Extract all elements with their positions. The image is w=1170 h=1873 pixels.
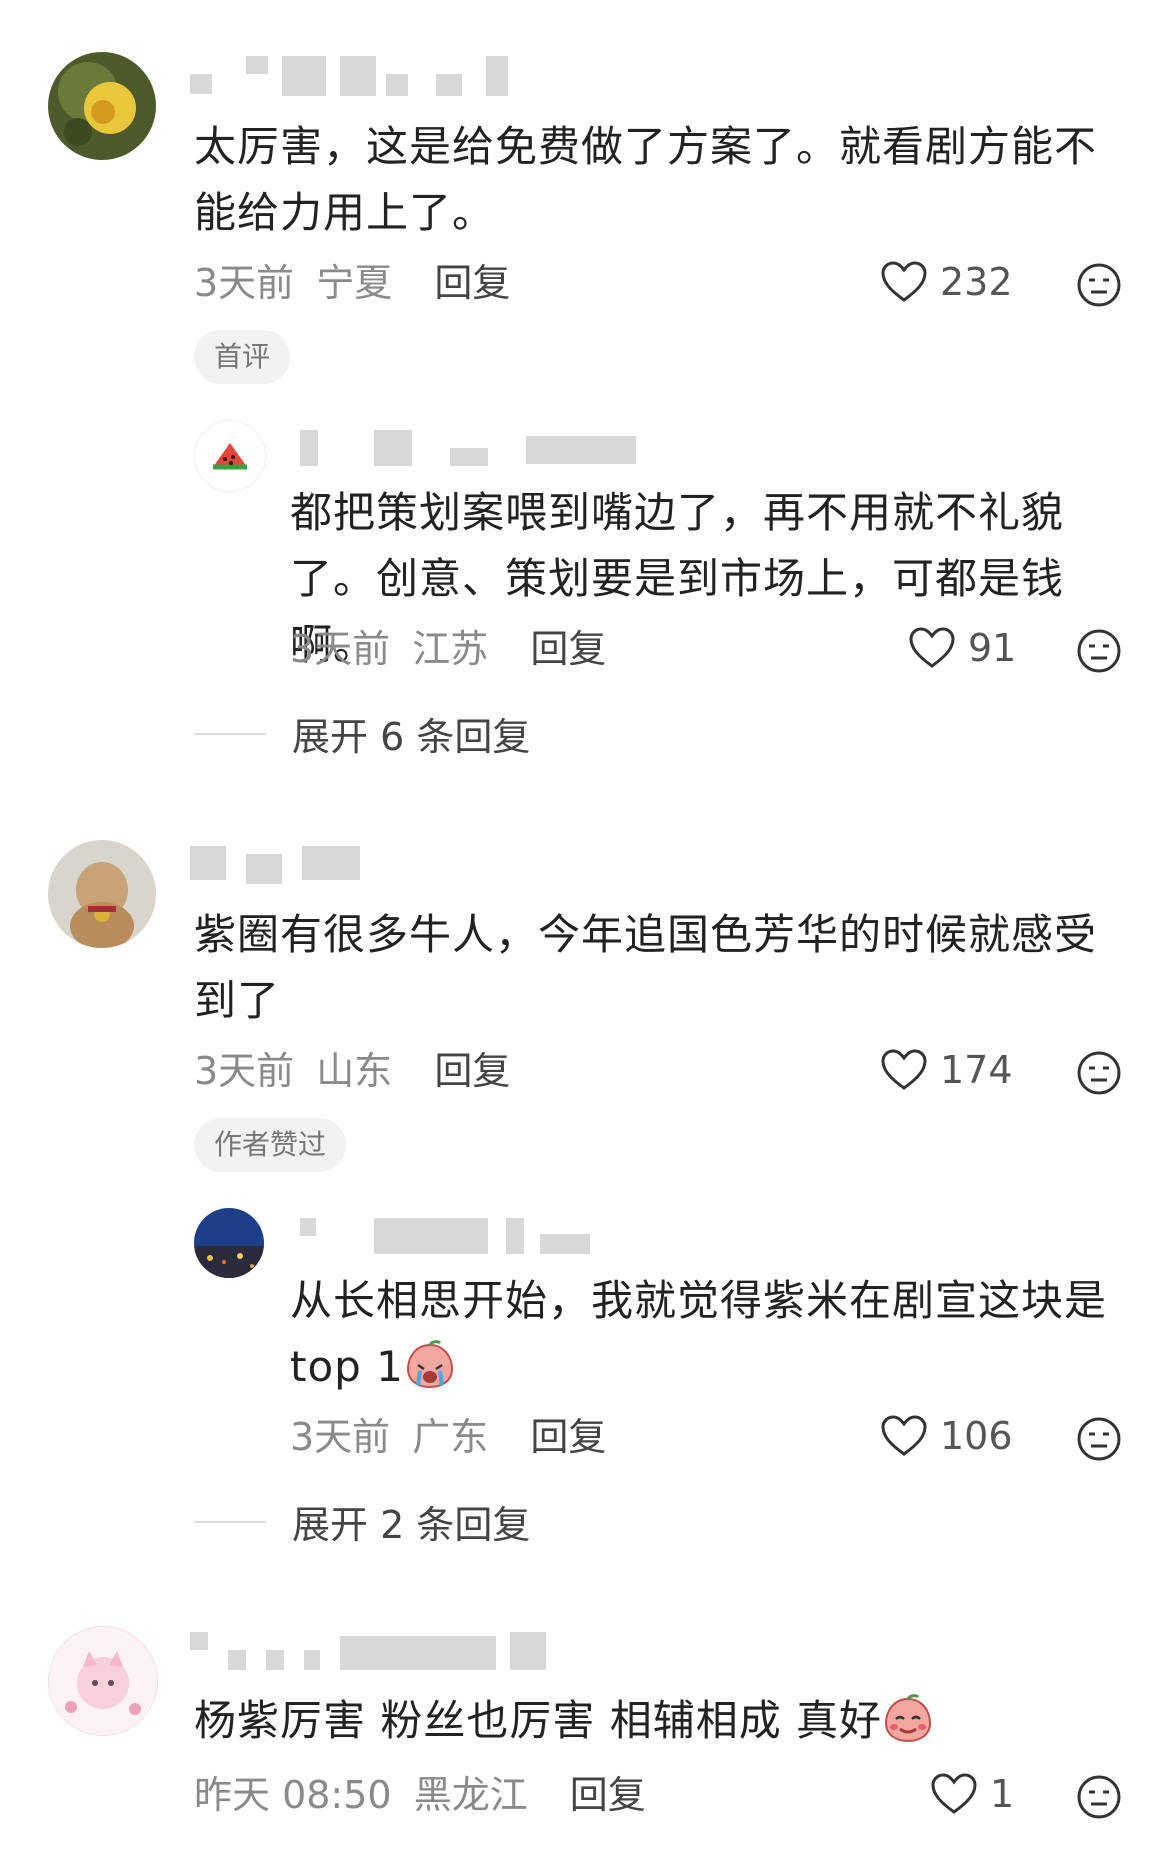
like-button[interactable]: 1 [930, 1772, 1014, 1816]
heart-outline-icon [931, 1773, 977, 1814]
comment-text: 杨紫厉害 粉丝也厉害 相辅相成 真好 [194, 1688, 1124, 1754]
comment-3: 杨紫厉害 粉丝也厉害 相辅相成 真好 昨天 08:50 黑龙江 回复 1 [0, 0, 1170, 1873]
location: 黑龙江 [413, 1773, 528, 1817]
comment-text-content: 杨紫厉害 粉丝也厉害 相辅相成 真好 [194, 1696, 883, 1745]
username-blurred[interactable] [190, 1632, 550, 1672]
comment-meta: 昨天 08:50 黑龙江 回复 [194, 1770, 646, 1820]
like-count: 1 [990, 1772, 1015, 1816]
avatar[interactable] [48, 1626, 158, 1736]
peach-emoji [885, 1694, 932, 1743]
timestamp: 昨天 08:50 [194, 1773, 392, 1817]
reply-button[interactable]: 回复 [570, 1773, 646, 1817]
neutral-face-icon[interactable] [1076, 1774, 1122, 1820]
